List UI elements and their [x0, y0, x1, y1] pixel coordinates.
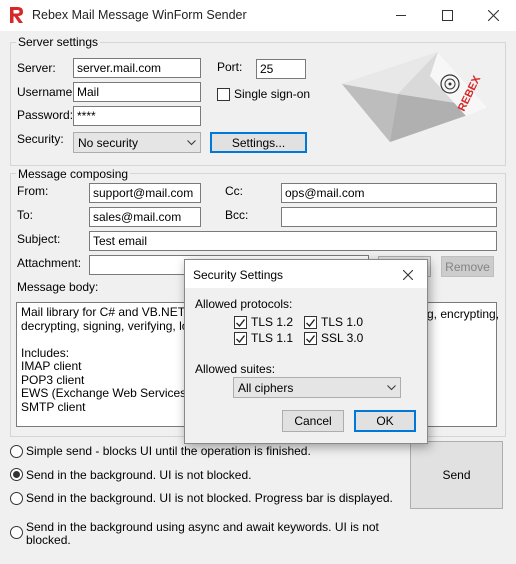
ssl30-label: SSL 3.0: [321, 331, 364, 345]
option-async-radio[interactable]: [10, 526, 23, 539]
security-label: Security:: [17, 132, 64, 146]
minimize-button[interactable]: [378, 0, 424, 31]
rebex-envelope-logo: REBEX: [342, 52, 488, 142]
dialog-cancel-button[interactable]: Cancel: [282, 410, 344, 432]
dialog-ok-button[interactable]: OK: [354, 410, 416, 432]
security-settings-dialog: Security Settings Allowed protocols: TLS…: [184, 259, 428, 444]
remove-button[interactable]: Remove: [441, 256, 494, 277]
minimize-icon: [395, 15, 406, 16]
from-input[interactable]: support@mail.com: [89, 183, 201, 203]
tls10-label: TLS 1.0: [321, 315, 364, 329]
tls11-checkbox[interactable]: [234, 332, 247, 345]
tls11-label: TLS 1.1: [251, 331, 294, 345]
security-select-value: No security: [78, 135, 139, 150]
option-async-label-line2: blocked.: [26, 533, 71, 547]
tls10-checkbox[interactable]: [304, 316, 317, 329]
sso-label: Single sign-on: [234, 87, 311, 101]
rebex-app-icon: [10, 7, 23, 23]
server-settings-title: Server settings: [16, 35, 101, 49]
window-title: Rebex Mail Message WinForm Sender: [32, 8, 247, 22]
send-button[interactable]: Send: [410, 441, 503, 509]
attachment-label: Attachment:: [17, 256, 82, 270]
ssl30-checkbox[interactable]: [304, 332, 317, 345]
radio-selected-dot: [13, 471, 20, 478]
chevron-down-icon: [387, 384, 396, 390]
cc-input[interactable]: ops@mail.com: [281, 183, 497, 203]
message-composing-title: Message composing: [16, 167, 131, 181]
bcc-label: Bcc:: [225, 208, 249, 222]
title-bar: Rebex Mail Message WinForm Sender: [0, 0, 516, 31]
cc-label: Cc:: [225, 184, 243, 198]
subject-input[interactable]: Test email: [89, 231, 497, 251]
settings-button[interactable]: Settings...: [210, 132, 307, 153]
sso-checkbox[interactable]: [217, 88, 230, 101]
maximize-button[interactable]: [424, 0, 470, 31]
allowed-protocols-label: Allowed protocols:: [195, 297, 293, 311]
tls12-label: TLS 1.2: [251, 315, 294, 329]
password-input[interactable]: ****: [73, 106, 201, 126]
username-input[interactable]: Mail: [73, 82, 201, 102]
suites-select[interactable]: All ciphers: [233, 377, 401, 398]
to-label: To:: [17, 208, 34, 222]
chevron-down-icon: [187, 139, 196, 145]
subject-label: Subject:: [17, 232, 61, 246]
username-label: Username:: [17, 85, 76, 99]
server-label: Server:: [17, 61, 56, 75]
checkmark-icon: [306, 334, 315, 343]
from-label: From:: [17, 184, 49, 198]
message-body-label: Message body:: [17, 280, 99, 294]
checkmark-icon: [306, 318, 315, 327]
to-input[interactable]: sales@mail.com: [89, 207, 201, 227]
server-input[interactable]: server.mail.com: [73, 58, 201, 78]
option-background-label: Send in the background. UI is not blocke…: [26, 468, 252, 482]
maximize-icon: [441, 10, 453, 21]
close-icon: [487, 10, 499, 21]
security-select[interactable]: No security: [73, 132, 201, 153]
option-progress-label: Send in the background. UI is not blocke…: [26, 491, 393, 505]
option-simple-send-radio[interactable]: [10, 445, 23, 458]
checkmark-icon: [236, 318, 245, 327]
option-simple-send-label: Simple send - blocks UI until the operat…: [26, 444, 311, 458]
dialog-title: Security Settings: [193, 268, 284, 282]
port-input[interactable]: 25: [256, 59, 306, 79]
suites-select-value: All ciphers: [238, 380, 294, 395]
bcc-input[interactable]: [281, 207, 497, 227]
port-label: Port:: [217, 60, 243, 74]
dialog-close-button[interactable]: [397, 266, 419, 284]
close-icon: [403, 270, 413, 280]
body-line-fragment: g, encrypting,: [427, 307, 500, 321]
allowed-suites-label: Allowed suites:: [195, 362, 276, 376]
password-label: Password:: [17, 108, 74, 122]
tls12-checkbox[interactable]: [234, 316, 247, 329]
option-background-radio[interactable]: [10, 468, 23, 481]
close-button[interactable]: [470, 0, 516, 31]
checkmark-icon: [236, 334, 245, 343]
option-async-label-line1: Send in the background using async and a…: [26, 520, 379, 534]
option-progress-radio[interactable]: [10, 492, 23, 505]
dialog-title-bar: Security Settings: [185, 260, 427, 288]
